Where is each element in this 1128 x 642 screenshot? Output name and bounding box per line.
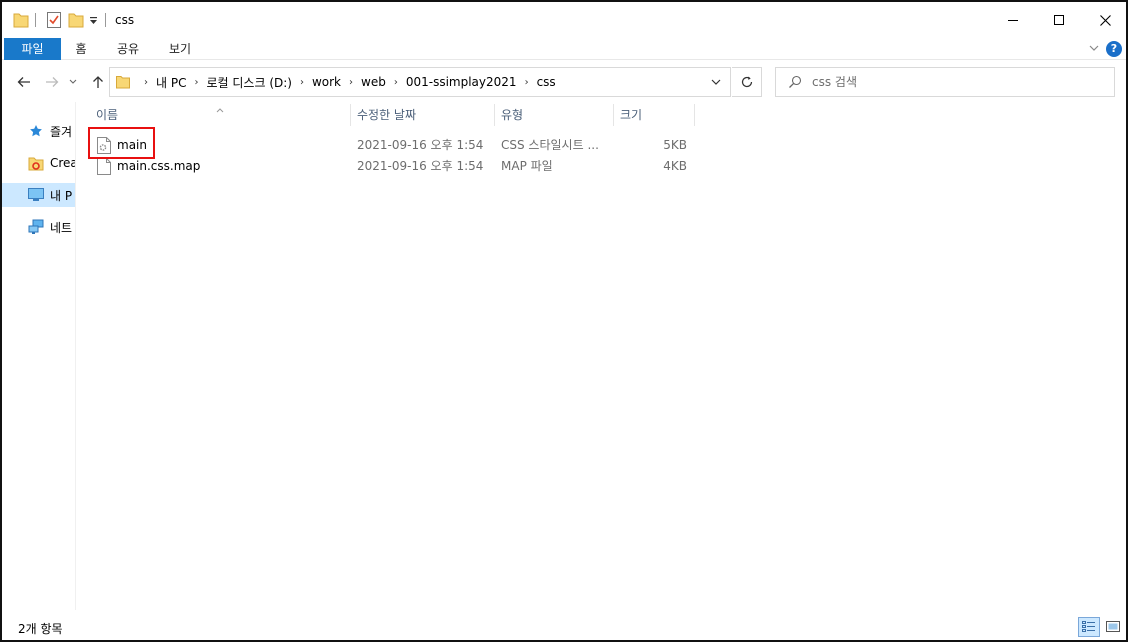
breadcrumb-separator[interactable]: ›	[349, 77, 353, 88]
refresh-button[interactable]	[732, 67, 762, 97]
details-view-button[interactable]	[1078, 617, 1100, 637]
navpane-item-label: 즐겨	[50, 124, 73, 139]
expand-ribbon-icon[interactable]	[1088, 42, 1100, 57]
navpane-item-network[interactable]: 네트	[2, 215, 75, 239]
navpane-item-quick-access[interactable]: 즐겨	[2, 119, 75, 143]
breadcrumb-css[interactable]: css	[537, 75, 556, 89]
minimize-button[interactable]	[990, 2, 1036, 38]
column-header-size[interactable]: 크기	[614, 102, 694, 128]
folder-icon	[116, 75, 130, 92]
breadcrumb-separator: ›	[144, 76, 148, 88]
window-title: css	[115, 13, 135, 27]
pc-icon	[28, 187, 44, 203]
help-icon[interactable]: ?	[1106, 41, 1122, 57]
navpane-item-label: 네트	[50, 220, 73, 235]
file-modified: 2021-09-16 오후 1:54	[357, 159, 484, 173]
forward-button[interactable]	[42, 72, 62, 92]
properties-icon[interactable]	[46, 11, 62, 29]
ribbon: 파일 홈 공유 보기 ?	[2, 38, 1126, 60]
address-bar[interactable]: › 내 PC › 로컬 디스크 (D:) › work › web › 001-…	[109, 67, 731, 97]
search-box[interactable]	[775, 67, 1115, 97]
refresh-icon	[741, 76, 752, 88]
file-list: 이름 수정한 날짜 유형 크기 main 2021-09-16 오후 1:54 …	[78, 102, 1124, 610]
star-icon	[28, 123, 44, 139]
tab-view[interactable]: 보기	[160, 38, 200, 60]
title-bar: css	[2, 2, 1126, 38]
breadcrumb-work[interactable]: work	[312, 75, 341, 89]
search-icon	[788, 75, 802, 92]
breadcrumb: › 내 PC › 로컬 디스크 (D:) › work › web › 001-…	[136, 68, 556, 96]
address-dropdown-icon[interactable]	[710, 75, 722, 89]
navpane-item-creative-cloud[interactable]: Creat	[2, 151, 75, 175]
column-divider[interactable]	[694, 104, 695, 126]
file-modified: 2021-09-16 오후 1:54	[357, 138, 484, 152]
large-icons-view-button[interactable]	[1102, 617, 1124, 637]
navigation-bar: › 내 PC › 로컬 디스크 (D:) › work › web › 001-…	[2, 60, 1126, 102]
breadcrumb-web[interactable]: web	[361, 75, 386, 89]
customize-dropdown-icon[interactable]	[89, 15, 98, 33]
navpane-item-label: 내 P	[50, 188, 73, 203]
file-type: MAP 파일	[501, 159, 553, 173]
up-button[interactable]	[88, 72, 108, 92]
tab-home[interactable]: 홈	[66, 38, 96, 60]
status-bar: 2개 항목	[2, 614, 1126, 640]
breadcrumb-drive[interactable]: 로컬 디스크 (D:)	[206, 74, 291, 91]
large-icons-view-icon	[1106, 621, 1120, 632]
file-size: 4KB	[663, 159, 687, 173]
generic-file-icon	[97, 158, 111, 178]
column-header-modified[interactable]: 수정한 날짜	[351, 102, 495, 128]
breadcrumb-separator[interactable]: ›	[194, 77, 198, 88]
file-name: main	[117, 138, 147, 152]
close-button[interactable]	[1082, 2, 1128, 38]
maximize-button[interactable]	[1036, 2, 1082, 38]
file-size: 5KB	[663, 138, 687, 152]
file-row[interactable]: main.css.map 2021-09-16 오후 1:54 MAP 파일 4…	[90, 156, 690, 177]
breadcrumb-project[interactable]: 001-ssimplay2021	[406, 75, 517, 89]
folder-icon	[13, 11, 29, 29]
breadcrumb-separator[interactable]: ›	[300, 77, 304, 88]
new-folder-icon[interactable]	[68, 11, 84, 29]
file-type: CSS 스타일시트 ...	[501, 138, 599, 152]
item-count: 2개 항목	[18, 622, 63, 636]
explorer-window: css 파일 홈 공유 보기 ? › 내 PC › 로컬 디스크 (D:) › …	[0, 0, 1128, 642]
tab-file[interactable]: 파일	[4, 38, 61, 60]
file-row[interactable]: main 2021-09-16 오후 1:54 CSS 스타일시트 ... 5K…	[90, 135, 690, 156]
css-file-icon	[97, 137, 111, 157]
network-icon	[28, 219, 44, 235]
navpane-item-label: Creat	[50, 156, 75, 170]
back-button[interactable]	[14, 72, 34, 92]
column-header-type[interactable]: 유형	[495, 102, 613, 128]
search-input[interactable]	[812, 74, 1102, 90]
recent-locations-icon[interactable]	[66, 72, 80, 92]
tab-share[interactable]: 공유	[108, 38, 148, 60]
breadcrumb-separator[interactable]: ›	[394, 77, 398, 88]
navigation-pane: 즐겨 Creat 내 P 네트	[2, 102, 76, 610]
file-name: main.css.map	[117, 159, 201, 173]
breadcrumb-separator[interactable]: ›	[525, 77, 529, 88]
column-header-name[interactable]: 이름	[90, 102, 348, 128]
toolbar-divider	[35, 13, 36, 27]
breadcrumb-pc[interactable]: 내 PC	[156, 74, 186, 91]
navpane-item-this-pc[interactable]: 내 P	[2, 183, 75, 207]
details-view-icon	[1082, 621, 1095, 632]
creative-cloud-icon	[28, 155, 44, 171]
toolbar-divider	[105, 13, 106, 27]
